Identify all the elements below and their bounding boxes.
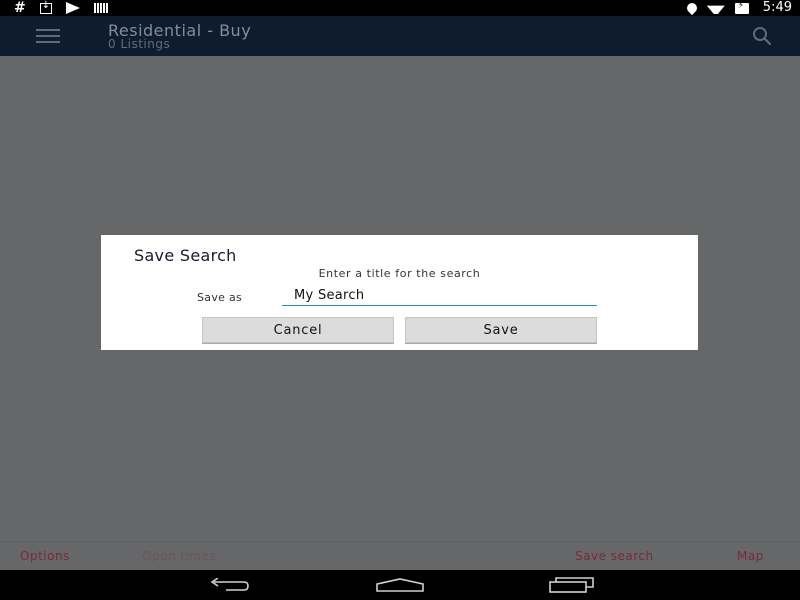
save-search-link[interactable]: Save search <box>575 549 654 563</box>
recent-apps-icon[interactable] <box>548 575 596 595</box>
battery-charging-icon <box>734 1 749 14</box>
hamburger-menu-icon[interactable] <box>36 29 60 43</box>
open-times-link[interactable]: Open times <box>142 549 216 563</box>
status-bar: # 5:49 <box>0 0 800 16</box>
clock: 5:49 <box>762 0 792 15</box>
status-bar-right: 5:49 <box>684 0 792 16</box>
home-icon[interactable] <box>376 575 424 595</box>
hash-glyph: # <box>14 0 26 16</box>
download-icon <box>39 0 52 14</box>
back-icon[interactable] <box>205 575 253 595</box>
location-icon <box>684 0 699 16</box>
dialog-title: Save Search <box>134 246 237 265</box>
map-link[interactable]: Map <box>737 549 764 563</box>
save-button[interactable]: Save <box>405 317 597 343</box>
bottom-action-bar: Options Open times Save search Map <box>0 541 800 571</box>
dialog-message: Enter a title for the search <box>318 267 481 280</box>
save-as-label: Save as <box>197 291 243 304</box>
cancel-button[interactable]: Cancel <box>202 317 394 343</box>
barcode-icon <box>93 3 108 13</box>
play-store-icon <box>65 2 80 14</box>
listing-count: 0 Listings <box>108 37 171 51</box>
save-search-dialog: Save Search Enter a title for the search… <box>101 235 698 350</box>
search-title-input[interactable] <box>282 286 597 306</box>
options-link[interactable]: Options <box>20 549 70 563</box>
app-bar: Residential - Buy 0 Listings <box>0 16 800 56</box>
system-nav-bar <box>0 570 800 600</box>
search-icon[interactable] <box>752 26 772 46</box>
wifi-icon <box>707 2 725 14</box>
status-bar-left: # <box>14 0 108 16</box>
